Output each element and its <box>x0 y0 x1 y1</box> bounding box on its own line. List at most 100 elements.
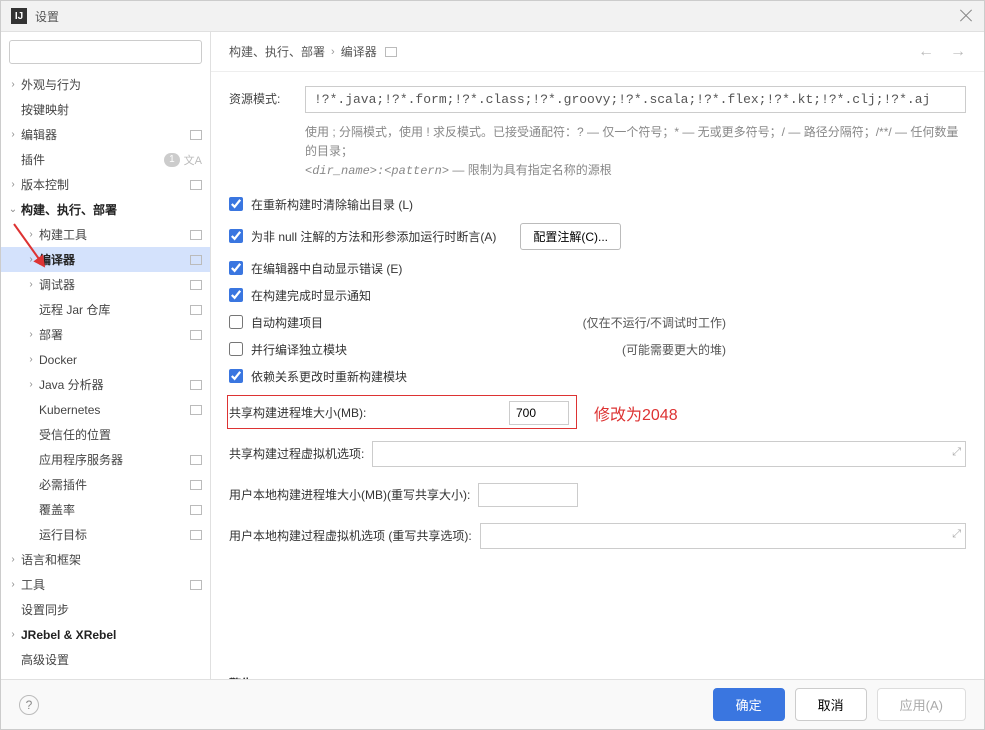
ok-button[interactable]: 确定 <box>713 688 785 721</box>
expand-icon[interactable]: ⤢ <box>952 528 961 541</box>
runtime-assertions-label: 为非 null 注解的方法和形参添加运行时断言(A) <box>251 228 496 245</box>
warning-title: 警告! <box>229 675 966 679</box>
sidebar-item[interactable]: 插件1文A <box>1 147 210 172</box>
sidebar-item-label: 设置同步 <box>21 601 202 618</box>
warning-block: 警告! 如果已启用选项"重新构建时清除输出目录"，存储生成源的目录的全部内容将在… <box>229 675 966 679</box>
sidebar-item-label: 必需插件 <box>39 476 190 493</box>
breadcrumb-current: 编译器 <box>341 43 377 60</box>
sidebar-item[interactable]: ›语言和框架 <box>1 547 210 572</box>
sidebar-item[interactable]: ⌄构建、执行、部署 <box>1 197 210 222</box>
sidebar-item-label: 外观与行为 <box>21 76 202 93</box>
scope-icon <box>190 405 202 415</box>
sidebar-item-label: 应用程序服务器 <box>39 451 190 468</box>
scope-icon <box>190 455 202 465</box>
scope-icon <box>190 330 202 340</box>
sidebar-item-label: 构建、执行、部署 <box>21 201 202 218</box>
rebuild-deps-label: 依赖关系更改时重新构建模块 <box>251 368 407 385</box>
chevron-right-icon: › <box>7 579 19 590</box>
sidebar-item[interactable]: Kubernetes <box>1 397 210 422</box>
sidebar-item[interactable]: ›构建工具 <box>1 222 210 247</box>
parallel-compile-note: (可能需要更大的堆) <box>622 341 726 358</box>
sidebar-item-label: 插件 <box>21 151 164 168</box>
sidebar-item-label: 远程 Jar 仓库 <box>39 301 190 318</box>
user-vm-options-input[interactable]: ⤢ <box>480 523 966 549</box>
runtime-assertions-checkbox[interactable] <box>229 229 243 243</box>
sidebar-item-label: 受信任的位置 <box>39 426 202 443</box>
sidebar-item[interactable]: ›编译器 <box>1 247 210 272</box>
sidebar-item[interactable]: ›Java 分析器 <box>1 372 210 397</box>
breadcrumb-bar: 构建、执行、部署 › 编译器 ← → <box>211 32 984 72</box>
sidebar-item[interactable]: 运行目标 <box>1 522 210 547</box>
sidebar-item[interactable]: 应用程序服务器 <box>1 447 210 472</box>
sidebar-item-label: 调试器 <box>39 276 190 293</box>
show-errors-checkbox[interactable] <box>229 261 243 275</box>
parallel-compile-checkbox[interactable] <box>229 342 243 356</box>
sidebar-item-label: 语言和框架 <box>21 551 202 568</box>
main-area: ›外观与行为按键映射›编辑器插件1文A›版本控制⌄构建、执行、部署›构建工具›编… <box>1 31 984 679</box>
rebuild-deps-checkbox[interactable] <box>229 369 243 383</box>
heap-size-input[interactable] <box>509 401 569 425</box>
scope-icon <box>190 505 202 515</box>
breadcrumb-parent[interactable]: 构建、执行、部署 <box>229 43 325 60</box>
settings-dialog: IJ 设置 ›外观与行为按键映射›编辑器插件1文A›版本控制⌄构建、执行、部署›… <box>0 0 985 730</box>
close-icon[interactable] <box>958 8 974 24</box>
sidebar-item[interactable]: ›版本控制 <box>1 172 210 197</box>
build-notification-checkbox[interactable] <box>229 288 243 302</box>
sidebar-item[interactable]: 按键映射 <box>1 97 210 122</box>
resource-pattern-label: 资源模式: <box>229 86 305 107</box>
chevron-right-icon: › <box>325 46 341 58</box>
sidebar-item[interactable]: 远程 Jar 仓库 <box>1 297 210 322</box>
sidebar-item[interactable]: 受信任的位置 <box>1 422 210 447</box>
sidebar-item[interactable]: ›工具 <box>1 572 210 597</box>
scope-icon <box>190 305 202 315</box>
sidebar-item[interactable]: ›调试器 <box>1 272 210 297</box>
heap-size-label: 共享构建进程堆大小(MB): <box>229 404 509 421</box>
scope-icon <box>385 47 397 57</box>
configure-annotations-button[interactable]: 配置注解(C)... <box>520 223 621 250</box>
chevron-down-icon: ⌄ <box>7 204 19 215</box>
auto-build-note: (仅在不运行/不调试时工作) <box>583 314 726 331</box>
vm-options-input[interactable]: ⤢ <box>372 441 966 467</box>
clear-output-label: 在重新构建时清除输出目录 (L) <box>251 196 413 213</box>
chevron-right-icon: › <box>25 329 37 340</box>
user-vm-options-label: 用户本地构建过程虚拟机选项 (重写共享选项): <box>229 527 472 544</box>
auto-build-checkbox[interactable] <box>229 315 243 329</box>
sidebar-item-label: 构建工具 <box>39 226 190 243</box>
scope-icon <box>190 480 202 490</box>
chevron-right-icon: › <box>7 554 19 565</box>
chevron-right-icon: › <box>25 379 37 390</box>
sidebar-item-label: 部署 <box>39 326 190 343</box>
sidebar-item[interactable]: ›编辑器 <box>1 122 210 147</box>
parallel-compile-label: 并行编译独立模块 <box>251 341 347 358</box>
sidebar-item[interactable]: 必需插件 <box>1 472 210 497</box>
resource-pattern-input[interactable]: !?*.java;!?*.form;!?*.class;!?*.groovy;!… <box>305 86 966 113</box>
scope-icon <box>190 280 202 290</box>
scope-icon <box>190 255 202 265</box>
sidebar-item-label: Java 分析器 <box>39 376 190 393</box>
sidebar-item[interactable]: 设置同步 <box>1 597 210 622</box>
sidebar-item[interactable]: ›外观与行为 <box>1 72 210 97</box>
user-heap-size-input[interactable] <box>478 483 578 507</box>
expand-icon[interactable]: ⤢ <box>952 446 961 459</box>
window-title: 设置 <box>35 8 958 25</box>
sidebar-item-label: Kubernetes <box>39 403 190 417</box>
build-notification-label: 在构建完成时显示通知 <box>251 287 371 304</box>
sidebar-item[interactable]: ›部署 <box>1 322 210 347</box>
help-button[interactable]: ? <box>19 695 39 715</box>
titlebar: IJ 设置 <box>1 1 984 31</box>
apply-button[interactable]: 应用(A) <box>877 688 966 721</box>
sidebar-item-label: 覆盖率 <box>39 501 190 518</box>
scope-icon <box>190 180 202 190</box>
settings-body: 资源模式: !?*.java;!?*.form;!?*.class;!?*.gr… <box>211 72 984 679</box>
sidebar-item[interactable]: 高级设置 <box>1 647 210 672</box>
nav-forward-icon[interactable]: → <box>950 43 966 61</box>
cancel-button[interactable]: 取消 <box>795 688 867 721</box>
sidebar-item[interactable]: ›JRebel & XRebel <box>1 622 210 647</box>
nav-back-icon[interactable]: ← <box>918 43 934 61</box>
search-input[interactable] <box>9 40 202 64</box>
clear-output-checkbox[interactable] <box>229 197 243 211</box>
sidebar-item[interactable]: 覆盖率 <box>1 497 210 522</box>
vm-options-label: 共享构建过程虚拟机选项: <box>229 445 364 462</box>
show-errors-label: 在编辑器中自动显示错误 (E) <box>251 260 402 277</box>
sidebar-item[interactable]: ›Docker <box>1 347 210 372</box>
